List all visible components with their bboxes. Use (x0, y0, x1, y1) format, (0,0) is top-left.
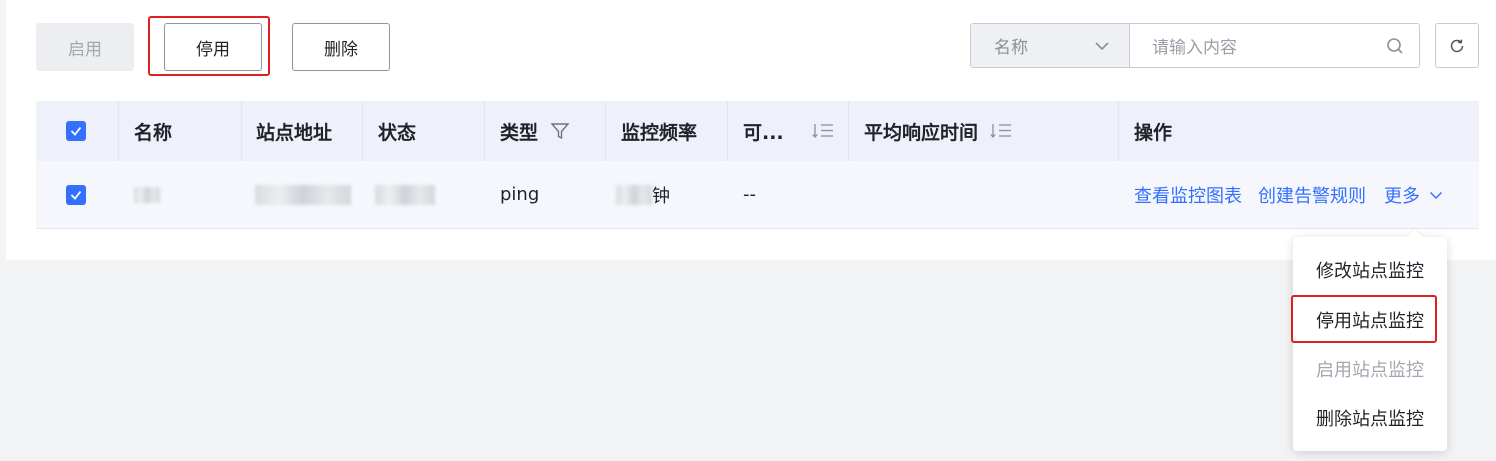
row-select-cell (66, 161, 86, 228)
column-header-url: 站点地址 (256, 121, 333, 144)
menu-item-delete-site-monitor[interactable]: 删除站点监控 (1293, 400, 1447, 436)
header-select-all-cell (66, 101, 86, 161)
disable-button[interactable]: 停用 (164, 23, 262, 71)
redacted-block (255, 184, 351, 205)
column-header-avg-response-label: 平均响应时间 (864, 121, 979, 144)
column-divider (362, 101, 363, 161)
more-actions-button[interactable]: 更多 (1384, 182, 1444, 208)
search-box: 名称 请输入内容 (970, 23, 1420, 68)
column-divider (605, 101, 606, 161)
row-availability: -- (743, 184, 756, 205)
table-row: ping 钟 -- 查看监控图表 创建告警规则 更多 (36, 161, 1479, 229)
column-divider (848, 101, 849, 161)
checkmark-icon (70, 126, 82, 136)
row-actions: 查看监控图表 创建告警规则 更多 (1134, 161, 1444, 228)
search-icon[interactable] (1385, 36, 1405, 56)
row-status-redacted (375, 161, 435, 228)
delete-button[interactable]: 删除 (292, 23, 390, 71)
select-all-checkbox[interactable] (66, 121, 86, 141)
sort-icon[interactable] (990, 122, 1012, 140)
search-placeholder: 请输入内容 (1152, 38, 1237, 58)
refresh-button[interactable] (1435, 23, 1479, 68)
redacted-block (375, 184, 435, 205)
monitor-table: 名称 站点地址 状态 类型 监控频率 可... 平均响应时间 操作 ping 钟… (36, 101, 1479, 229)
search-field-select[interactable]: 名称 (971, 24, 1130, 67)
row-checkbox[interactable] (66, 184, 86, 205)
column-header-type: 类型 (500, 101, 570, 161)
search-field-selected: 名称 (994, 38, 1028, 58)
column-divider (484, 101, 485, 161)
menu-item-edit-site-monitor[interactable]: 修改站点监控 (1293, 252, 1447, 288)
chevron-down-icon (1095, 42, 1109, 51)
more-actions-dropdown: 修改站点监控 停用站点监控 启用站点监控 删除站点监控 (1293, 228, 1447, 451)
search-input[interactable]: 请输入内容 (1130, 24, 1419, 67)
table-header: 名称 站点地址 状态 类型 监控频率 可... 平均响应时间 操作 (36, 101, 1479, 161)
column-header-avg-response: 平均响应时间 (864, 101, 1012, 161)
view-monitor-chart-link[interactable]: 查看监控图表 (1134, 182, 1242, 208)
row-type: ping (500, 184, 540, 205)
sort-availability-cell (812, 101, 834, 161)
column-divider (241, 101, 242, 161)
menu-item-disable-site-monitor[interactable]: 停用站点监控 (1293, 302, 1447, 338)
column-divider (1118, 101, 1119, 161)
more-actions-label: 更多 (1384, 185, 1420, 207)
row-frequency: 钟 (616, 161, 670, 228)
checkmark-icon (70, 190, 82, 200)
column-header-frequency: 监控频率 (621, 121, 698, 144)
column-divider (727, 101, 728, 161)
filter-icon[interactable] (550, 121, 570, 141)
column-header-name: 名称 (134, 121, 173, 144)
column-header-status: 状态 (378, 121, 417, 144)
enable-button[interactable]: 启用 (36, 23, 134, 71)
menu-item-enable-site-monitor: 启用站点监控 (1316, 360, 1424, 381)
column-divider (118, 101, 119, 161)
refresh-icon (1450, 39, 1464, 52)
redacted-block (616, 184, 652, 205)
redacted-block (134, 186, 160, 203)
create-alert-rule-link[interactable]: 创建告警规则 (1258, 182, 1366, 208)
column-header-actions: 操作 (1134, 121, 1173, 144)
row-name-redacted (134, 161, 160, 228)
row-frequency-suffix: 钟 (652, 185, 670, 207)
sort-icon[interactable] (812, 122, 834, 140)
column-header-availability: 可... (743, 121, 784, 144)
chevron-down-icon (1429, 191, 1443, 199)
column-header-type-label: 类型 (500, 121, 539, 144)
row-url-redacted (255, 161, 351, 228)
